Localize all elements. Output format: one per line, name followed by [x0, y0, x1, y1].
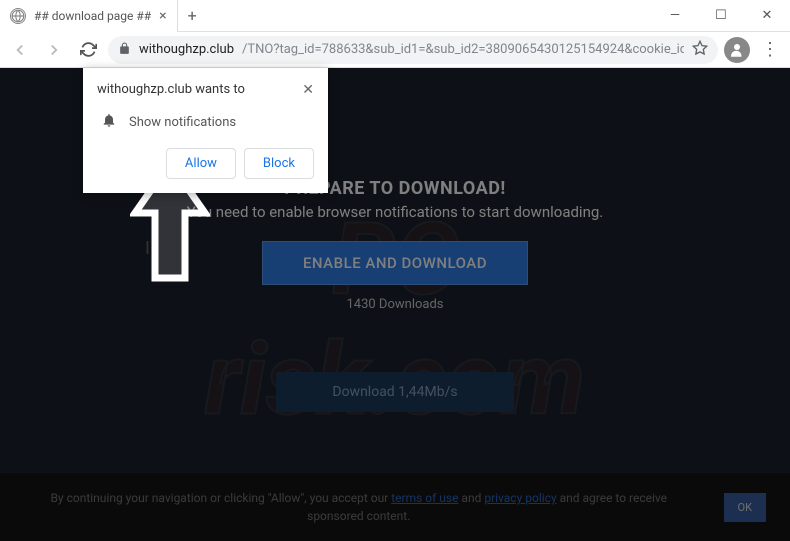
back-button[interactable]: [6, 36, 34, 64]
window-titlebar: ## download page ## × + — ☐ ✕: [0, 0, 790, 32]
notification-prompt-text: withoughzp.club wants to: [97, 82, 245, 98]
notification-line-text: Show notifications: [129, 115, 236, 130]
allow-button[interactable]: Allow: [166, 148, 236, 179]
browser-tab[interactable]: ## download page ## ×: [0, 0, 178, 32]
tab-close-icon[interactable]: ×: [159, 8, 166, 24]
window-controls: — ☐ ✕: [652, 0, 790, 32]
browser-menu-icon[interactable]: ⋮: [756, 39, 784, 60]
url-domain: withoughzp.club: [139, 42, 234, 57]
url-path: /TNO?tag_id=788633&sub_id1=&sub_id2=3809…: [242, 42, 684, 57]
block-button[interactable]: Block: [244, 148, 314, 179]
window-close-button[interactable]: ✕: [744, 0, 790, 32]
lock-icon: [118, 40, 131, 59]
notification-close-icon[interactable]: ✕: [302, 82, 314, 98]
forward-button[interactable]: [40, 36, 68, 64]
text-cursor-icon: I: [145, 238, 150, 259]
globe-icon: [10, 8, 26, 24]
url-box[interactable]: withoughzp.club/TNO?tag_id=788633&sub_id…: [108, 36, 718, 64]
profile-avatar-icon[interactable]: [724, 37, 750, 63]
tab-title: ## download page ##: [34, 9, 151, 23]
new-tab-button[interactable]: +: [178, 6, 207, 25]
minimize-button[interactable]: —: [652, 0, 698, 32]
reload-button[interactable]: [74, 36, 102, 64]
page-viewport: PC risk.com PREPARE TO DOWNLOAD! You nee…: [0, 68, 790, 541]
bookmark-star-icon[interactable]: [692, 40, 708, 60]
address-bar: withoughzp.club/TNO?tag_id=788633&sub_id…: [0, 32, 790, 68]
notification-permission-dialog: withoughzp.club wants to ✕ Show notifica…: [83, 68, 328, 193]
bell-icon: [101, 112, 117, 132]
maximize-button[interactable]: ☐: [698, 0, 744, 32]
